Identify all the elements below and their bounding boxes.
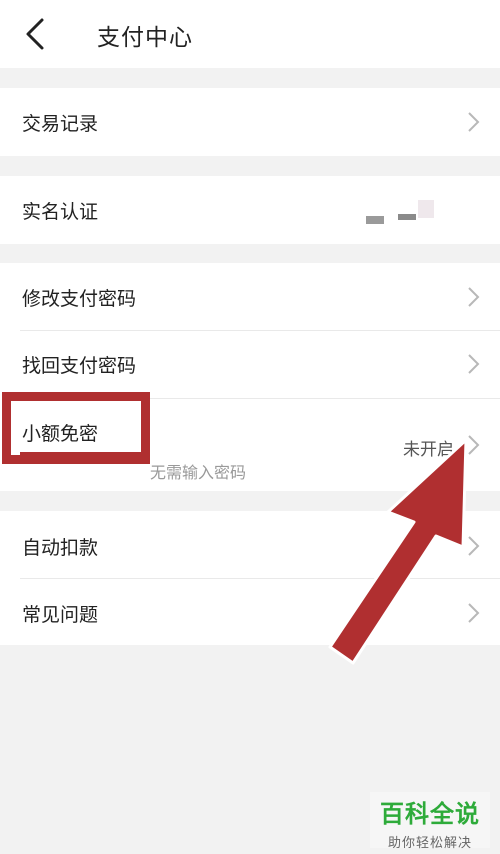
realname-label: 实名认证 bbox=[22, 201, 99, 223]
transactions-group: 交易记录 bbox=[0, 88, 500, 156]
recover-password-row[interactable]: 找回支付密码 bbox=[0, 331, 500, 398]
page-title: 支付中心 bbox=[97, 25, 193, 51]
watermark-subtitle: 助你轻松解决 bbox=[387, 836, 472, 851]
watermark-title: 百科全说 bbox=[380, 800, 480, 828]
transactions-row[interactable]: 交易记录 bbox=[0, 88, 500, 156]
back-icon[interactable] bbox=[16, 14, 56, 54]
annotation-arrow bbox=[328, 440, 468, 665]
faq-label: 常见问题 bbox=[22, 604, 99, 626]
small-free-description: 无需输入密码 bbox=[150, 463, 247, 482]
realname-row[interactable]: 实名认证 bbox=[0, 176, 500, 244]
redacted-name-mark bbox=[366, 216, 384, 224]
chevron-right-icon bbox=[468, 112, 480, 132]
app-header: 支付中心 bbox=[0, 0, 500, 68]
realname-group: 实名认证 bbox=[0, 176, 500, 244]
auto-debit-label: 自动扣款 bbox=[22, 537, 99, 559]
redacted-name-mark bbox=[398, 214, 416, 220]
chevron-right-icon bbox=[468, 287, 480, 307]
watermark-badge: 百科全说 助你轻松解决 bbox=[370, 792, 490, 851]
change-password-row[interactable]: 修改支付密码 bbox=[0, 263, 500, 330]
chevron-right-icon bbox=[468, 354, 480, 374]
change-password-label: 修改支付密码 bbox=[22, 288, 137, 310]
redacted-name-mark bbox=[418, 200, 434, 218]
recover-password-label: 找回支付密码 bbox=[22, 355, 137, 377]
annotation-strip bbox=[20, 452, 148, 464]
transactions-label: 交易记录 bbox=[22, 113, 99, 135]
